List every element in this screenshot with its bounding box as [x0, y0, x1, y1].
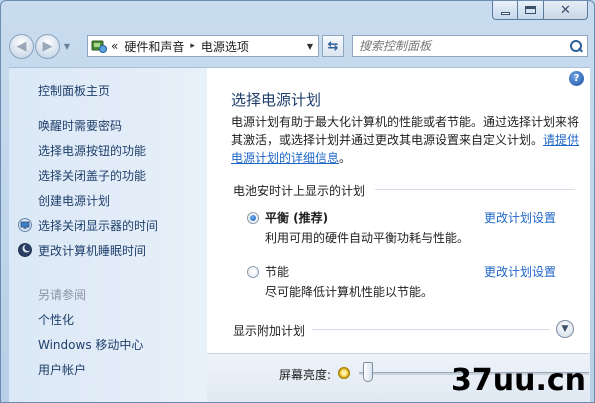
intro-text: 电源计划有助于最大化计算机的性能或者节能。通过选择计划来将其激活，或选择计划并通…	[231, 115, 580, 147]
forward-arrow-icon: ▶	[42, 38, 53, 54]
page-title: 选择电源计划	[231, 91, 322, 109]
section-divider	[375, 189, 575, 190]
battery-plans-heading: 电池安时计上显示的计划	[233, 184, 366, 198]
close-icon: ✕	[560, 2, 571, 18]
chevron-down-icon: ▼	[561, 324, 569, 334]
see-also-heading: 另请参阅	[38, 288, 87, 302]
chevron-down-icon: ▼	[306, 41, 314, 51]
sidebar-link-user-accounts[interactable]: 用户帐户	[38, 361, 86, 378]
sidebar-link-lid-close[interactable]: 选择关闭盖子的功能	[38, 167, 146, 184]
search-icon[interactable]	[570, 39, 583, 53]
recent-pages-dropdown[interactable]: ▼	[62, 42, 72, 51]
sleep-moon-icon	[18, 243, 32, 257]
plan-balanced-description: 利用可用的硬件自动平衡功耗与性能。	[265, 231, 470, 245]
navigation-toolbar: ◀ ▶ ▼ « 硬件和声音 ▸ 电源选项 ▼ ⇆	[9, 31, 588, 61]
refresh-button[interactable]: ⇆	[322, 35, 344, 57]
plan-power-saver-name[interactable]: 节能	[265, 263, 289, 280]
breadcrumb-separator[interactable]: ▸	[190, 41, 195, 51]
plan-power-saver-radio[interactable]	[247, 266, 259, 278]
plan-balanced-name[interactable]: 平衡 (推荐)	[265, 209, 328, 226]
close-button[interactable]: ✕	[544, 1, 588, 20]
chevron-down-icon: ▼	[63, 41, 71, 51]
brightness-sun-icon	[338, 367, 350, 379]
address-bar[interactable]: « 硬件和声音 ▸ 电源选项 ▼	[87, 35, 319, 57]
site-watermark: 37uu.cn	[451, 363, 586, 398]
sidebar-link-mobility-center[interactable]: Windows 移动中心	[38, 336, 143, 353]
sidebar-link-power-button[interactable]: 选择电源按钮的功能	[38, 142, 146, 159]
minimize-icon	[500, 11, 510, 15]
sidebar-link-sleep-time[interactable]: 更改计算机睡眠时间	[38, 242, 146, 259]
brightness-slider-thumb[interactable]	[363, 362, 374, 382]
sidebar: 控制面板主页 唤醒时需要密码 选择电源按钮的功能 选择关闭盖子的功能 创建电源计…	[9, 67, 207, 402]
sidebar-link-control-panel-home[interactable]: 控制面板主页	[38, 82, 110, 99]
plan-power-saver-change-settings-link[interactable]: 更改计划设置	[484, 263, 556, 280]
forward-button[interactable]: ▶	[35, 33, 60, 59]
caption-buttons: ✕	[492, 1, 588, 20]
search-box[interactable]	[352, 35, 588, 57]
sidebar-link-wake-password[interactable]: 唤醒时需要密码	[38, 117, 122, 134]
address-dropdown-button[interactable]: ▼	[302, 36, 318, 56]
refresh-icon: ⇆	[327, 38, 339, 54]
minimize-button[interactable]	[492, 1, 518, 20]
plan-balanced-radio[interactable]	[247, 212, 259, 224]
sidebar-link-display-off-time[interactable]: 选择关闭显示器的时间	[38, 217, 158, 234]
sidebar-link-create-plan[interactable]: 创建电源计划	[38, 192, 110, 209]
help-icon[interactable]: ?	[569, 71, 584, 86]
plan-balanced-change-settings-link[interactable]: 更改计划设置	[484, 209, 556, 226]
show-additional-plans-label[interactable]: 显示附加计划	[233, 322, 305, 339]
monitor-icon	[18, 218, 32, 232]
back-button[interactable]: ◀	[9, 33, 34, 59]
section-divider	[312, 329, 550, 330]
intro-paragraph: 电源计划有助于最大化计算机的性能或者节能。通过选择计划来将其激活，或选择计划并通…	[231, 113, 581, 167]
breadcrumb-hardware-sound[interactable]: 硬件和声音	[124, 38, 184, 55]
control-panel-icon	[91, 40, 107, 53]
main-content: ? 选择电源计划 电源计划有助于最大化计算机的性能或者节能。通过选择计划来将其激…	[207, 67, 590, 402]
search-input[interactable]	[359, 39, 569, 53]
control-panel-window: ✕ ◀ ▶ ▼ « 硬件和声音 ▸ 电源选项 ▼ ⇆ 控制面板主页 唤醒时需要密…	[0, 0, 595, 403]
brightness-label: 屏幕亮度:	[279, 368, 332, 382]
sidebar-link-personalization[interactable]: 个性化	[38, 311, 74, 328]
maximize-button[interactable]	[518, 1, 544, 20]
intro-end: 。	[339, 151, 352, 165]
maximize-icon	[525, 6, 536, 14]
address-prefix: «	[111, 39, 119, 53]
expand-additional-plans-button[interactable]: ▼	[556, 320, 574, 338]
breadcrumb-power-options[interactable]: 电源选项	[201, 38, 249, 55]
plan-power-saver-description: 尽可能降低计算机性能以节能。	[265, 285, 434, 299]
back-arrow-icon: ◀	[16, 38, 27, 54]
